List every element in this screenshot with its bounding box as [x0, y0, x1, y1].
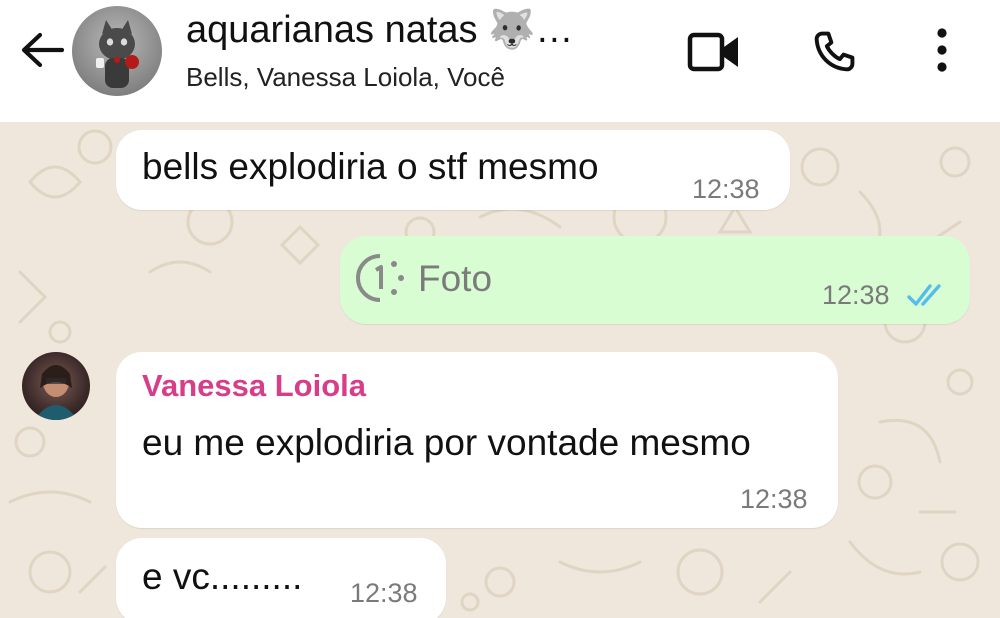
outgoing-photo-message[interactable]: Foto 12:38: [340, 236, 970, 324]
incoming-message[interactable]: Vanessa Loiola eu me explodiria por vont…: [116, 352, 838, 528]
message-text: eu me explodiria por vontade mesmo: [142, 422, 751, 463]
group-members[interactable]: Bells, Vanessa Loiola, Você: [186, 62, 505, 93]
back-arrow-icon[interactable]: [18, 30, 66, 70]
message-time: 12:38: [350, 578, 418, 608]
message-time: 12:38: [822, 280, 890, 310]
double-check-icon: [907, 284, 941, 306]
incoming-message[interactable]: e vc......... 12:38: [116, 538, 446, 618]
chat-title[interactable]: aquarianas natas 🐺…: [186, 8, 573, 52]
message-time: 12:38: [740, 484, 808, 514]
message-time: 12:38: [692, 174, 760, 204]
phone-call-icon[interactable]: [808, 26, 860, 78]
group-avatar[interactable]: [72, 6, 162, 96]
chat-header: aquarianas natas 🐺… Bells, Vanessa Loiol…: [0, 0, 1000, 122]
group-avatar-image: [96, 20, 139, 88]
photo-label: Foto: [418, 258, 493, 299]
pending-upload-icon: [356, 254, 404, 302]
sender-name[interactable]: Vanessa Loiola: [142, 368, 366, 404]
incoming-message[interactable]: bells explodiria o stf mesmo 12:38: [116, 130, 790, 210]
chat-area[interactable]: bells explodiria o stf mesmo 12:38 Foto …: [0, 122, 1000, 618]
message-text: e vc.........: [142, 556, 303, 597]
message-text: bells explodiria o stf mesmo: [142, 146, 599, 187]
video-call-icon[interactable]: [686, 30, 742, 74]
sender-avatar-image: [34, 365, 78, 420]
more-options-icon[interactable]: [930, 26, 954, 76]
sender-avatar[interactable]: [22, 352, 90, 420]
